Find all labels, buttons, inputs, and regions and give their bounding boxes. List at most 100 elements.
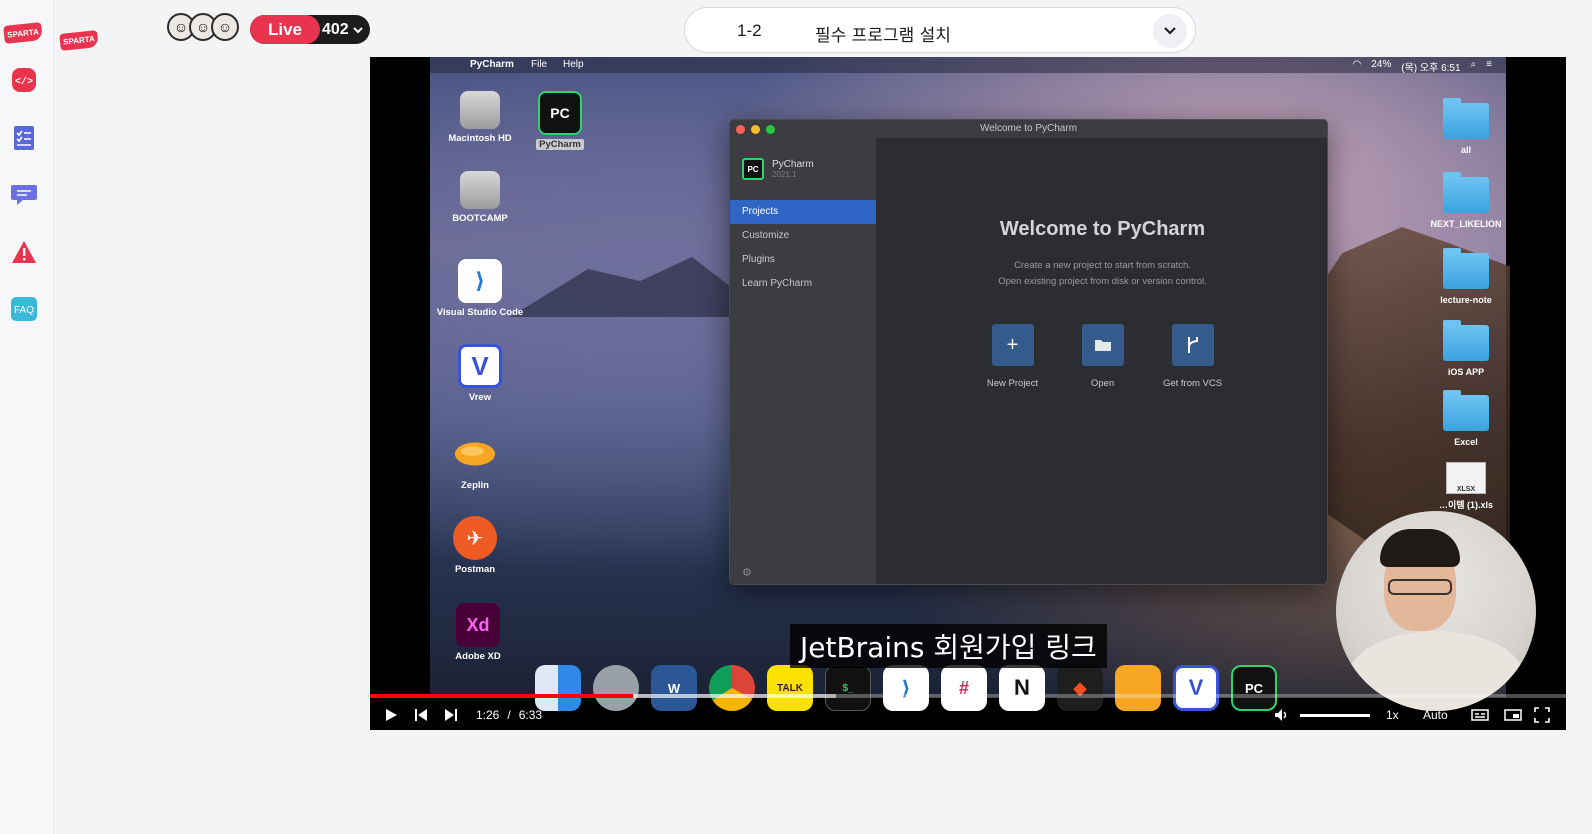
welcome-heading: Welcome to PyCharm — [999, 218, 1206, 240]
pycharm-icon: PC — [538, 91, 582, 135]
left-sidebar: SPARTA </> FAQ — [0, 0, 54, 834]
duration: 6:33 — [518, 708, 543, 722]
disk-icon — [460, 91, 500, 129]
picture-in-picture-icon[interactable] — [1504, 704, 1522, 726]
plus-icon: + — [991, 324, 1034, 366]
welcome-actions: + New Project Open Get from VCS — [876, 324, 1327, 389]
desktop-icon-label: Adobe XD — [455, 651, 501, 662]
nav-customize: Customize — [742, 230, 790, 241]
pycharm-name: PyCharm — [772, 159, 814, 170]
desktop-icon-bootcamp: BOOTCAMP — [430, 171, 530, 224]
menubar-file: File — [531, 59, 548, 70]
volume-slider[interactable] — [1300, 714, 1370, 717]
played-bar — [370, 694, 634, 698]
avatar: ☺ — [211, 13, 239, 41]
window-title: Welcome to PyCharm — [979, 123, 1078, 134]
captions-icon[interactable] — [1471, 704, 1489, 726]
desktop-folder: lecture-note — [1426, 248, 1506, 305]
quality-selector[interactable]: Auto — [1423, 704, 1448, 726]
pycharm-main: Welcome to PyCharm Create a new project … — [876, 138, 1327, 584]
chevron-down-icon[interactable] — [1153, 14, 1187, 48]
svg-text:FAQ: FAQ — [14, 305, 34, 316]
folder-open-icon — [1081, 324, 1124, 366]
open-action: Open — [1081, 324, 1124, 389]
folder-label: lecture-note — [1440, 295, 1492, 305]
live-viewer-dropdown[interactable]: Live 402 — [250, 15, 370, 44]
desktop-icon-label: PyCharm — [536, 139, 584, 150]
folder-icon — [1443, 320, 1489, 361]
adobe-xd-icon: Xd — [456, 603, 500, 647]
action-label: New Project — [986, 378, 1039, 389]
postman-icon: ✈ — [453, 516, 497, 560]
presenter-body — [1346, 631, 1526, 711]
warning-icon[interactable] — [10, 238, 38, 266]
action-label: Open — [1090, 378, 1115, 389]
desktop-icon-vscode: ⟩ Visual Studio Code — [430, 259, 530, 318]
video-player[interactable]: PyCharm File Help ◠ 24% (목) 오후 6:51 ⌕ ≡ … — [370, 57, 1566, 730]
pycharm-sidebar: PC PyCharm 2021.1 Projects Customize Plu… — [730, 138, 876, 584]
get-from-vcs-action: Get from VCS — [1163, 324, 1222, 389]
pycharm-nav: Projects Customize Plugins Learn PyCharm — [730, 200, 876, 296]
menubar-status: ◠ 24% (목) 오후 6:51 ⌕ ≡ — [1353, 59, 1492, 74]
next-button[interactable] — [444, 704, 458, 726]
desktop-folder: Excel — [1426, 390, 1506, 447]
nav-plugins: Plugins — [742, 254, 775, 265]
pycharm-version: 2021.1 — [772, 170, 797, 179]
lesson-number: 1-2 — [737, 21, 762, 40]
lecture-page: SPARTA </> FAQ SPARTA ☺ ☺ ☺ Live 402 1-2… — [0, 0, 1592, 834]
sparta-logo[interactable]: SPARTA — [3, 22, 43, 44]
code-icon[interactable]: </> — [10, 66, 38, 94]
live-badge: Live — [250, 15, 320, 44]
folder-label: all — [1460, 145, 1471, 155]
top-bar: ☺ ☺ ☺ Live 402 1-2 필수 프로그램 설치 — [54, 0, 1592, 56]
mac-dock: W TALK $_ ⟩ # N ◆ V PC — [535, 665, 1415, 711]
folder-icon — [1443, 390, 1489, 431]
viewer-avatars[interactable]: ☺ ☺ ☺ — [167, 13, 239, 41]
folder-icon — [1443, 98, 1489, 139]
desktop-icon-postman: ✈ Postman — [425, 516, 525, 575]
maximize-icon — [766, 125, 775, 134]
gear-icon: ⚙ — [742, 567, 752, 579]
play-button[interactable] — [384, 704, 398, 726]
minimize-icon — [751, 125, 760, 134]
playback-speed[interactable]: 1x — [1386, 704, 1399, 726]
disk-icon — [460, 171, 500, 209]
search-icon: ⌕ — [1470, 59, 1477, 70]
desktop-icon-adobe-xd: Xd Adobe XD — [428, 603, 528, 662]
vscode-icon: ⟩ — [458, 259, 502, 303]
nav-projects: Projects — [730, 200, 876, 224]
wifi-icon: ◠ — [1352, 59, 1362, 70]
volume-icon[interactable] — [1274, 704, 1290, 726]
lesson-selector[interactable]: 1-2 필수 프로그램 설치 — [684, 7, 1196, 53]
desktop-icon-vrew: V Vrew — [430, 344, 530, 403]
file-label: …이템 (1).xls — [1438, 500, 1494, 510]
desktop-icon-label: BOOTCAMP — [452, 213, 508, 224]
welcome-desc-1: Create a new project to start from scrat… — [1014, 260, 1191, 271]
svg-text:</>: </> — [15, 76, 33, 88]
checklist-icon[interactable] — [10, 124, 38, 152]
time-separator: / — [507, 708, 511, 722]
progress-bar[interactable] — [370, 694, 1566, 698]
player-controls: 1:26 / 6:33 1x Auto — [370, 700, 1566, 730]
chat-icon[interactable] — [10, 181, 38, 209]
presenter-webcam — [1336, 511, 1536, 711]
desktop-folder: iOS APP — [1426, 320, 1506, 377]
vrew-icon: V — [458, 344, 502, 388]
previous-button[interactable] — [414, 704, 428, 726]
presenter-glasses — [1388, 579, 1452, 595]
list-icon: ≡ — [1486, 59, 1492, 70]
desktop-icon-label: Postman — [454, 564, 496, 575]
desktop-icon-label: Zeplin — [461, 480, 489, 491]
menubar-help: Help — [563, 59, 584, 70]
spreadsheet-icon: XLSX — [1446, 462, 1486, 494]
fullscreen-icon[interactable] — [1534, 704, 1550, 726]
pycharm-icon: PC — [742, 158, 764, 180]
new-project-action: + New Project — [987, 324, 1038, 389]
current-time: 1:26 — [476, 708, 500, 722]
folder-label: iOS APP — [1447, 367, 1485, 377]
zeplin-icon — [453, 432, 497, 476]
viewer-count: 402 — [322, 20, 349, 38]
video-subtitle: JetBrains 회원가입 링크 — [790, 624, 1107, 668]
menubar-app: PyCharm — [470, 59, 514, 70]
faq-icon[interactable]: FAQ — [10, 295, 38, 323]
